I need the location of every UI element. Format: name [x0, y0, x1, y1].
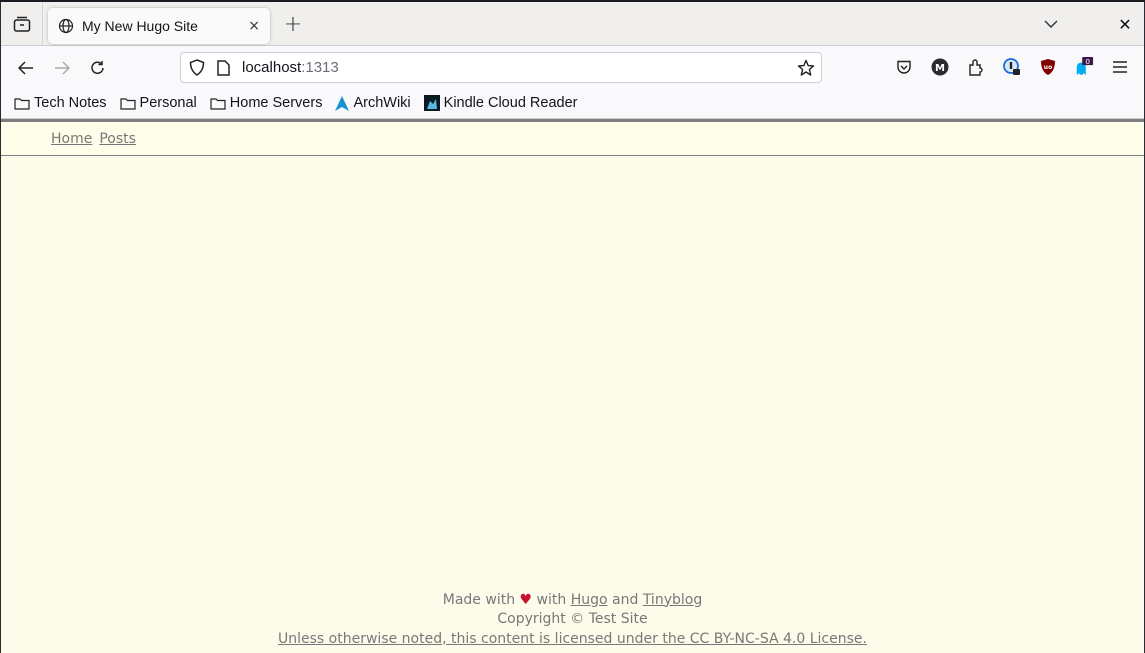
page-content: Home Posts Made with ♥ with Hugo and Tin…: [1, 119, 1144, 653]
ghostery-button[interactable]: 0: [1074, 57, 1094, 77]
hugo-link[interactable]: Hugo: [571, 592, 608, 608]
firefox-view-icon: [13, 16, 30, 32]
nav-link-home[interactable]: Home: [51, 131, 92, 147]
new-tab-button[interactable]: +: [281, 12, 305, 37]
site-header: Home Posts: [1, 119, 1144, 156]
folder-icon: [210, 97, 226, 110]
window-close-button[interactable]: ✕: [1115, 14, 1135, 34]
onepassword-button[interactable]: [1002, 57, 1022, 77]
extensions-button[interactable]: [966, 57, 986, 77]
arch-logo-icon: [335, 95, 350, 111]
tracking-protection-shield-icon[interactable]: [189, 59, 205, 76]
forward-button[interactable]: [50, 56, 74, 80]
tinyblog-link[interactable]: Tinyblog: [643, 592, 702, 608]
navigation-toolbar: localhost:1313 M uo 0: [1, 46, 1144, 88]
tab-strip: My New Hugo Site × + ✕: [1, 1, 1144, 46]
onepassword-icon: [1003, 58, 1020, 75]
nav-link-posts[interactable]: Posts: [99, 131, 136, 147]
and-text: and: [612, 591, 639, 608]
url-port: :1313: [301, 59, 339, 76]
chevron-down-icon: [1044, 20, 1058, 28]
firefox-view-button[interactable]: [1, 1, 43, 46]
svg-text:uo: uo: [1044, 64, 1052, 71]
url-bar[interactable]: localhost:1313: [180, 52, 822, 83]
m-extension-icon: M: [931, 58, 949, 76]
copyright-text: Copyright © Test Site: [497, 611, 648, 627]
url-host: localhost: [242, 59, 302, 76]
reload-icon: [91, 61, 104, 74]
bookmark-personal[interactable]: Personal: [119, 95, 197, 111]
pocket-icon: [897, 60, 911, 74]
site-footer: Made with ♥ with Hugo and Tinyblog Copyr…: [1, 591, 1144, 650]
bookmark-label: Tech Notes: [34, 95, 107, 111]
with-text: with: [536, 591, 567, 608]
list-all-tabs-button[interactable]: [1041, 14, 1061, 34]
globe-icon: [58, 18, 74, 34]
extensions-puzzle-icon: [969, 58, 983, 76]
bookmark-archwiki[interactable]: ArchWiki: [335, 95, 411, 111]
ublock-origin-button[interactable]: uo: [1038, 57, 1058, 77]
app-menu-icon: [1113, 61, 1127, 73]
ghostery-badge: 0: [1085, 57, 1090, 66]
bookmark-star-icon[interactable]: [797, 59, 815, 77]
arrow-left-icon: [18, 61, 33, 75]
bookmark-home-servers[interactable]: Home Servers: [210, 95, 323, 111]
kindle-icon: [423, 95, 440, 111]
bookmarks-toolbar: Tech Notes Personal Home Servers ArchWik…: [1, 88, 1144, 119]
tab-title: My New Hugo Site: [82, 18, 198, 34]
bookmark-label: Kindle Cloud Reader: [443, 95, 578, 111]
bookmark-label: ArchWiki: [353, 95, 411, 111]
tab-my-new-hugo-site[interactable]: My New Hugo Site ×: [48, 8, 270, 44]
page-info-icon[interactable]: [217, 59, 230, 76]
arrow-right-icon: [55, 61, 70, 75]
footer-made-with-line: Made with ♥ with Hugo and Tinyblog: [1, 591, 1144, 611]
license-link[interactable]: Unless otherwise noted, this content is …: [278, 631, 867, 647]
heart-icon: ♥: [519, 591, 533, 608]
svg-text:M: M: [935, 63, 945, 74]
reload-button[interactable]: [86, 56, 110, 80]
bookmark-kindle-cloud-reader[interactable]: Kindle Cloud Reader: [423, 95, 578, 111]
browser-window: My New Hugo Site × + ✕ localhost:1313 M …: [0, 1, 1145, 653]
m-extension-button[interactable]: M: [930, 57, 950, 77]
folder-icon: [14, 97, 30, 110]
url-text[interactable]: localhost:1313: [242, 59, 339, 76]
pocket-button[interactable]: [894, 57, 914, 77]
made-with-text: Made with: [442, 591, 516, 608]
ublock-origin-icon: uo: [1041, 59, 1055, 75]
bookmark-label: Home Servers: [229, 95, 323, 111]
folder-icon: [119, 97, 136, 110]
tab-close-button[interactable]: ×: [248, 18, 260, 34]
bookmark-tech-notes[interactable]: Tech Notes: [14, 95, 107, 111]
bookmark-label: Personal: [139, 95, 197, 111]
ghostery-icon: 0: [1076, 57, 1094, 76]
back-button[interactable]: [14, 56, 38, 80]
app-menu-button[interactable]: [1110, 57, 1130, 77]
